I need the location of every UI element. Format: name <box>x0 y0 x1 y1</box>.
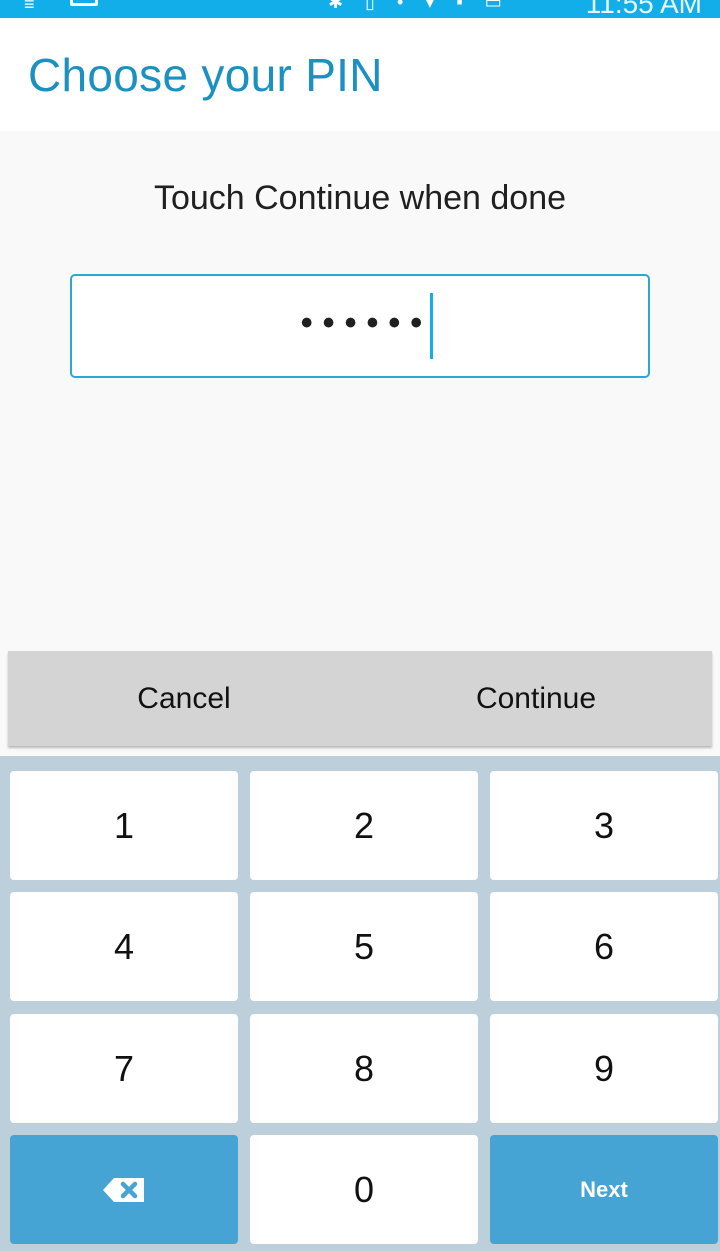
key-3[interactable]: 3 <box>490 771 718 880</box>
battery-icon: ▭ <box>484 0 502 12</box>
instruction-text: Touch Continue when done <box>153 179 567 217</box>
pin-input[interactable]: •••••• <box>70 274 650 378</box>
next-button[interactable]: Next <box>490 1135 718 1244</box>
next-label: Next <box>580 1176 628 1202</box>
key-9[interactable]: 9 <box>490 1014 718 1123</box>
pin-entry-area: Touch Continue when done •••••• <box>0 131 720 650</box>
no-sim-icon: ▪ <box>456 0 463 12</box>
menu-icon: ≡ <box>24 0 35 14</box>
status-time: 11:55 AM <box>585 0 702 19</box>
bluetooth-icon: ✱ <box>328 0 344 12</box>
key-0[interactable]: 0 <box>250 1135 478 1244</box>
continue-button[interactable]: Continue <box>360 651 712 746</box>
status-icons: ✱ ▯ • ▾ ▪ ▭ <box>328 0 502 13</box>
signal-icon: ▾ <box>425 0 435 12</box>
action-bar: Cancel Continue <box>8 651 712 746</box>
numeric-keypad: 1 2 3 4 5 6 7 8 9 0 Next <box>0 756 720 1251</box>
status-bar: ≡ ✱ ▯ • ▾ ▪ ▭ 11:55 AM <box>0 0 720 19</box>
key-4[interactable]: 4 <box>10 892 238 1001</box>
key-7[interactable]: 7 <box>10 1014 238 1123</box>
page-title: Choose your PIN <box>28 49 383 101</box>
wifi-icon: • <box>397 0 404 12</box>
cancel-button[interactable]: Cancel <box>8 651 360 746</box>
key-8[interactable]: 8 <box>250 1014 478 1123</box>
key-2[interactable]: 2 <box>250 771 478 880</box>
screenshot-icon <box>70 0 98 6</box>
pin-masked-value: •••••• <box>300 304 433 342</box>
key-1[interactable]: 1 <box>10 771 238 880</box>
key-6[interactable]: 6 <box>490 892 718 1001</box>
vibrate-icon: ▯ <box>365 0 375 12</box>
header: Choose your PIN <box>0 18 720 131</box>
key-5[interactable]: 5 <box>250 892 478 1001</box>
backspace-icon <box>103 1177 144 1202</box>
backspace-button[interactable] <box>10 1135 238 1244</box>
